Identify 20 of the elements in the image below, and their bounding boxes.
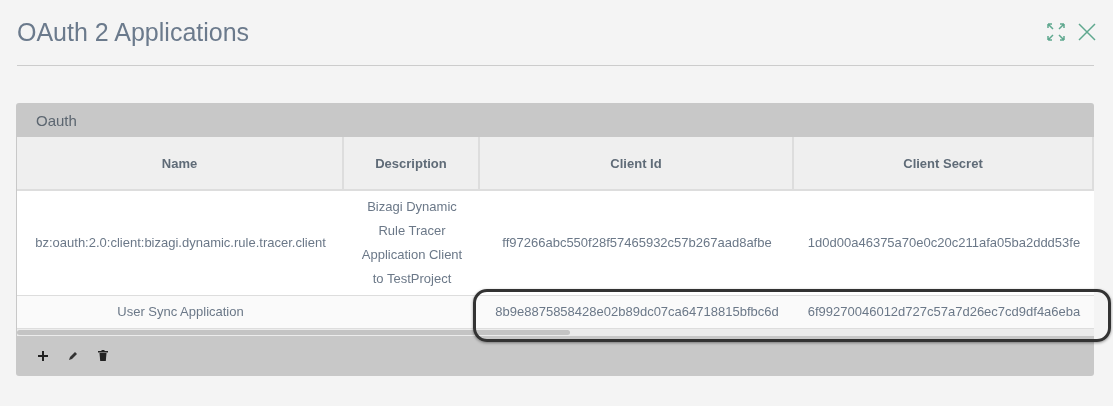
table-cell-text: User Sync Application	[117, 303, 244, 321]
scrollbar[interactable]	[17, 329, 1094, 336]
table-cell-text: 1d0d00a46375a70e0c20c211afa05ba2ddd53fe	[807, 234, 1081, 252]
table-cell-text: bz:oauth:2.0:client:bizagi.dynamic.rule.tracer.client	[35, 234, 326, 252]
window-title: OAuth 2 Applications	[17, 17, 250, 47]
panel-title: Oauth	[36, 111, 77, 129]
trash-icon[interactable]	[98, 350, 108, 361]
column-header[interactable]: Description	[344, 137, 480, 191]
column-header[interactable]: Client Id	[480, 137, 794, 191]
table-cell-text: 6f99270046012d727c57a7d26ec7cd9df4a6eba	[807, 303, 1081, 321]
pencil-icon[interactable]	[68, 350, 78, 361]
column-header[interactable]: Name	[17, 137, 344, 191]
table-cell-text: 8b9e8875858428e02b89dc07ca64718815bfbc6d	[495, 303, 779, 321]
plus-icon[interactable]	[38, 350, 48, 361]
column-header[interactable]: Client Secret	[794, 137, 1094, 191]
expand-icon[interactable]	[1046, 22, 1066, 42]
close-icon[interactable]	[1078, 23, 1096, 41]
table-row[interactable]: User Sync Application 8b9e8875858428e02b89dc07ca64718815bfbc6d 6f99270046012d727c57a7d26ec7cd9df4a6eba	[17, 296, 1094, 329]
table-cell-text: Bizagi Dynamic Rule Tracer Application Client to TestProject	[360, 198, 464, 288]
table-cell-text: ff97266abc550f28f57465932c57b267aad8afbe	[502, 234, 772, 252]
